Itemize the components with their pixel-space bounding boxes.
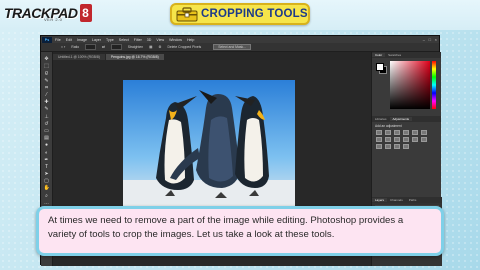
- width-field[interactable]: [85, 44, 97, 50]
- pen-tool-icon[interactable]: ✒: [44, 157, 50, 163]
- color-lookup-icon[interactable]: [412, 137, 418, 142]
- zoom-tool-icon[interactable]: ⌕: [44, 193, 50, 199]
- select-and-mask-button[interactable]: Select and Mask...: [213, 44, 252, 50]
- height-field[interactable]: [110, 44, 122, 50]
- maximize-icon[interactable]: □: [429, 37, 431, 42]
- brush-tool-icon[interactable]: ✎: [44, 107, 50, 112]
- minimize-icon[interactable]: –: [423, 37, 425, 42]
- photo-filter-icon[interactable]: [394, 137, 400, 142]
- shape-tool-icon[interactable]: ▢: [44, 179, 50, 184]
- caption-box: At times we need to remove a part of the…: [36, 206, 444, 256]
- trackpad-logo: TRACKPAD VER 2.0 8: [4, 3, 92, 23]
- settings-icon[interactable]: ⚙: [158, 45, 161, 49]
- curves-icon[interactable]: [394, 130, 400, 135]
- tab-layers[interactable]: Layers: [372, 198, 388, 202]
- eyedropper-tool-icon[interactable]: ⁄: [44, 93, 50, 98]
- hue-sat-icon[interactable]: [421, 130, 427, 135]
- dodge-tool-icon[interactable]: ◐: [44, 150, 50, 156]
- menu-image[interactable]: Image: [77, 38, 87, 42]
- document-tabs: Untitled-1 @ 100% (RGB/8) Penguins.jpg @…: [53, 52, 371, 60]
- straighten-label[interactable]: Straighten: [128, 45, 143, 49]
- history-brush-icon[interactable]: ↺: [44, 121, 50, 127]
- overlay-icon[interactable]: ▦: [149, 45, 152, 49]
- options-bar: ⌗ ▾ Ratio ⇄ Straighten ▦ ⚙ Delete Croppe…: [41, 43, 439, 52]
- crop-tool-icon[interactable]: ⌗: [44, 85, 50, 91]
- color-panel-tabs: Color Swatches: [372, 52, 441, 58]
- swap-icon[interactable]: ⇄: [102, 45, 105, 49]
- posterize-icon[interactable]: [376, 144, 382, 149]
- adjustments-grid: [372, 130, 441, 149]
- page-title-banner: CROPPING TOOLS: [170, 3, 310, 25]
- brightness-icon[interactable]: [376, 130, 382, 135]
- levels-icon[interactable]: [385, 130, 391, 135]
- color-balance-icon[interactable]: [376, 137, 382, 142]
- menu-select[interactable]: Select: [119, 38, 129, 42]
- gradient-tool-icon[interactable]: ▤: [44, 136, 50, 141]
- menu-window[interactable]: Window: [169, 38, 182, 42]
- menu-file[interactable]: File: [55, 38, 61, 42]
- adjustments-title: Add an adjustment: [375, 124, 402, 128]
- threshold-icon[interactable]: [385, 144, 391, 149]
- black-white-icon[interactable]: [385, 137, 391, 142]
- logo-text: TRACKPAD: [4, 5, 78, 21]
- layers-panel-tabs: Layers Channels Paths: [372, 197, 442, 203]
- channel-mixer-icon[interactable]: [403, 137, 409, 142]
- caption-text: At times we need to remove a part of the…: [48, 215, 404, 240]
- tab-color[interactable]: Color: [372, 53, 386, 57]
- tab-adjustments[interactable]: Adjustments: [389, 117, 413, 121]
- photoshop-logo-icon: Ps: [42, 36, 52, 43]
- delete-cropped-checkbox[interactable]: Delete Cropped Pixels: [167, 45, 201, 49]
- vibrance-icon[interactable]: [412, 130, 418, 135]
- move-tool-icon[interactable]: ✥: [44, 57, 50, 62]
- blur-tool-icon[interactable]: ●: [44, 143, 50, 148]
- hue-slider[interactable]: [432, 61, 436, 109]
- healing-tool-icon[interactable]: ✚: [44, 100, 50, 105]
- eraser-tool-icon[interactable]: ▭: [44, 128, 50, 134]
- page-title: CROPPING TOOLS: [201, 8, 308, 20]
- menu-bar: Ps File Edit Image Layer Type Select Fil…: [41, 36, 439, 43]
- foreground-color-swatch[interactable]: [376, 63, 384, 71]
- invert-icon[interactable]: [421, 137, 427, 142]
- close-icon[interactable]: ×: [435, 37, 437, 42]
- menu-type[interactable]: Type: [106, 38, 114, 42]
- menu-help[interactable]: Help: [187, 38, 194, 42]
- lasso-tool-icon[interactable]: ϱ: [44, 71, 50, 76]
- ratio-label: Ratio: [71, 45, 80, 49]
- hand-tool-icon[interactable]: ✋: [44, 186, 50, 191]
- menu-edit[interactable]: Edit: [66, 38, 72, 42]
- tab-libraries[interactable]: Libraries: [372, 117, 390, 121]
- selective-color-icon[interactable]: [403, 144, 409, 149]
- tab-swatches[interactable]: Swatches: [385, 53, 404, 57]
- quick-select-tool-icon[interactable]: ✎: [44, 78, 50, 84]
- toolbox-icon: [176, 6, 198, 22]
- gradient-map-icon[interactable]: [394, 144, 400, 149]
- type-tool-icon[interactable]: T: [44, 164, 50, 170]
- color-picker[interactable]: [374, 61, 439, 113]
- exposure-icon[interactable]: [403, 130, 409, 135]
- menu-3d[interactable]: 3D: [147, 38, 152, 42]
- logo-badge: 8: [79, 4, 92, 22]
- tab-channels[interactable]: Channels: [387, 198, 406, 202]
- menu-view[interactable]: View: [156, 38, 164, 42]
- penguins-photo: [123, 80, 295, 208]
- tab-paths[interactable]: Paths: [406, 198, 420, 202]
- marquee-tool-icon[interactable]: ⬚: [44, 64, 50, 69]
- menu-layer[interactable]: Layer: [92, 38, 101, 42]
- stamp-tool-icon[interactable]: ⊥: [44, 114, 50, 120]
- logo-sub: VER 2.0: [44, 17, 63, 22]
- saturation-field[interactable]: [390, 61, 430, 109]
- menu-filter[interactable]: Filter: [134, 38, 142, 42]
- path-select-icon[interactable]: ➤: [44, 172, 50, 177]
- crop-tool-preset-icon[interactable]: ⌗ ▾: [61, 45, 65, 49]
